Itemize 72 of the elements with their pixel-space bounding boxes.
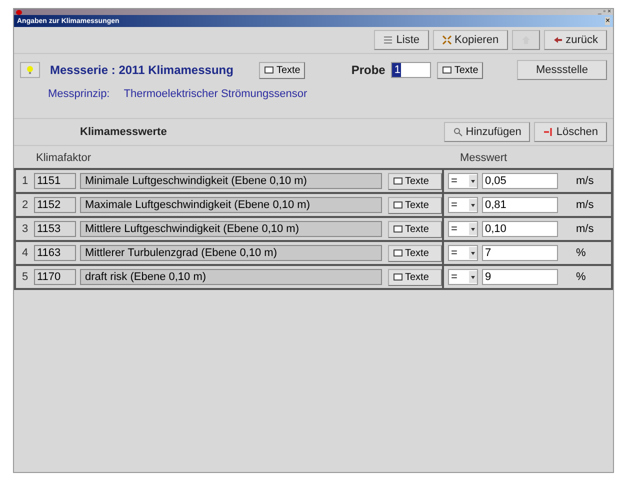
back-arrow-icon [552,35,563,45]
row-number: 4 [20,247,30,259]
document-icon [393,248,403,258]
document-icon [442,65,452,75]
row-number: 2 [20,199,30,211]
code-cell: 1152 [34,197,76,213]
operator-dropdown[interactable]: = [448,221,478,237]
texte-button[interactable]: Texte [437,62,484,78]
add-button[interactable]: Hinzufügen [444,122,530,142]
probe-label: Probe [351,63,386,77]
list-icon [383,35,394,45]
bulb-icon [25,65,35,75]
code-cell: 1153 [34,221,76,237]
caret-icon [469,199,477,211]
value-field[interactable]: 0,05 [482,173,558,189]
texte-button[interactable]: Texte [388,196,442,214]
operator-dropdown[interactable]: = [448,197,478,213]
bulb-button[interactable] [20,62,40,78]
factor-name: Minimale Luftgeschwindigkeit (Ebene 0,10 m) [80,173,382,189]
toolbar-button[interactable]: zurück [544,30,607,50]
close-button[interactable]: × [605,17,610,25]
section-title: Klimamesswerte [80,126,167,138]
document-icon [393,224,403,234]
unit-label: % [576,271,586,283]
delete-icon [543,127,554,137]
probe-field[interactable]: 1 [391,62,432,78]
principle-value: Thermoelektrischer Strömungssensor [124,88,308,102]
toolbar-button[interactable]: Kopieren [432,30,508,50]
column-header: Messwert [459,152,508,164]
factor-name: Mittlerer Turbulenzgrad (Ebene 0,10 m) [80,245,382,261]
code-cell: 1151 [34,173,76,189]
row-number: 5 [20,271,30,283]
unit-label: m/s [576,223,594,235]
value-field[interactable]: 7 [482,245,558,261]
delete-button[interactable]: Löschen [534,122,607,142]
row-number: 3 [20,223,30,235]
app-icon [16,10,22,14]
toolbar-button[interactable]: Liste [374,30,429,50]
factor-name: Maximale Luftgeschwindigkeit (Ebene 0,10 m) [80,197,382,213]
operator-dropdown[interactable]: = [448,269,478,285]
column-header: Klimafaktor [35,152,92,164]
copy-icon [442,35,452,45]
caret-icon [469,247,477,259]
operator-dropdown[interactable]: = [448,245,478,261]
caret-icon [469,223,477,235]
code-cell: 1170 [34,269,76,285]
row-number: 1 [20,175,30,187]
document-icon [393,200,403,210]
texte-button[interactable]: Texte [388,172,442,190]
factor-name: draft risk (Ebene 0,10 m) [80,269,382,285]
factor-name: Mittlere Luftgeschwindigkeit (Ebene 0,10 m) [80,221,382,237]
search-icon [452,127,463,137]
texte-button[interactable]: Texte [259,62,306,78]
unit-label: m/s [576,199,594,211]
messstelle-button[interactable]: Messstelle [517,60,607,80]
caret-icon [469,271,477,283]
unit-label: % [576,247,586,259]
value-field[interactable]: 0,10 [482,221,558,237]
value-field[interactable]: 9 [482,269,558,285]
texte-button[interactable]: Texte [388,268,442,286]
document-icon [264,65,274,75]
document-icon [393,176,403,186]
texte-button[interactable]: Texte [388,220,442,238]
principle-label: Messprinzip: [48,88,110,102]
value-field[interactable]: 0,81 [482,197,558,213]
operator-dropdown[interactable]: = [448,173,478,189]
unit-label: m/s [576,175,594,187]
document-icon [393,272,403,282]
texte-button[interactable]: Texte [388,244,442,262]
code-cell: 1163 [34,245,76,261]
caret-icon [469,175,477,187]
series-title: Messserie : 2011 Klimamessung [50,63,234,77]
